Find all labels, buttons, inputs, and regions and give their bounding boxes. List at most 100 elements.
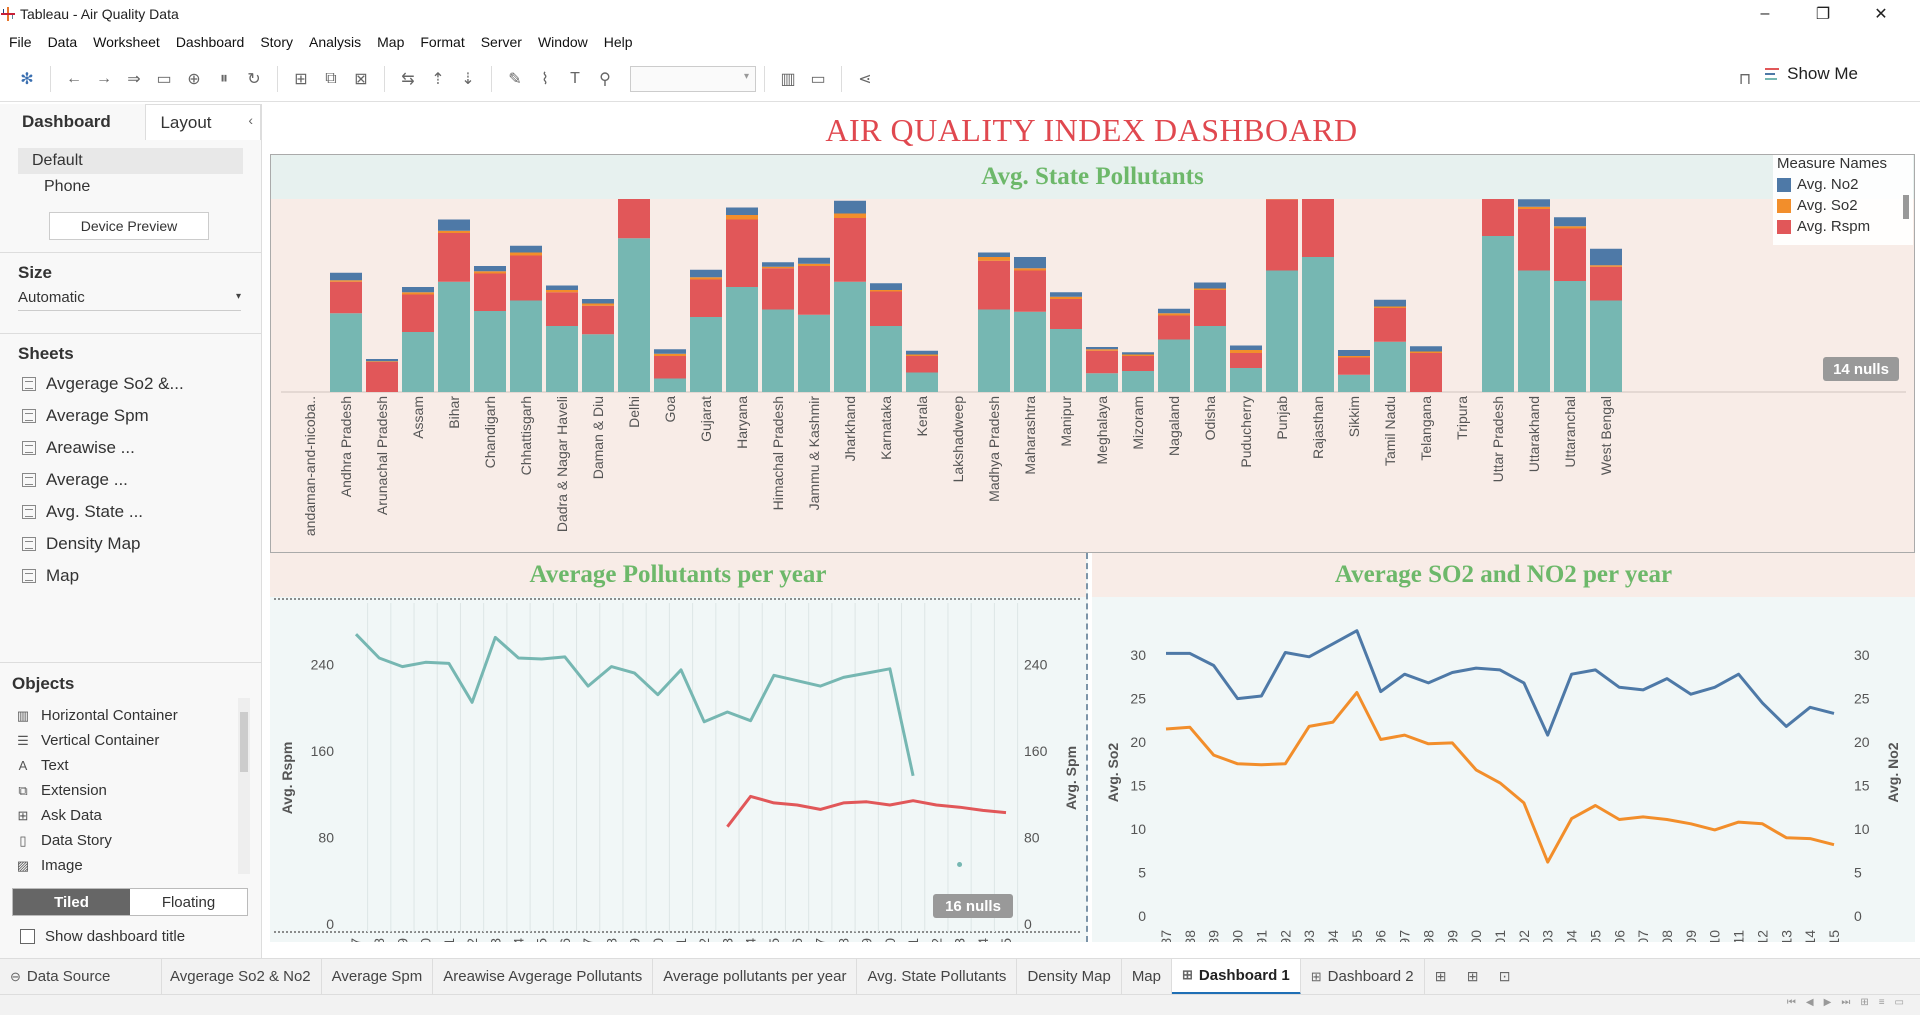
labels-icon[interactable]: T (560, 64, 590, 94)
legend-item-so2[interactable]: Avg. So2 (1773, 195, 1913, 216)
sheet-item[interactable]: Map (0, 560, 261, 592)
grid-view-icon[interactable]: ⊞ (1860, 997, 1868, 1008)
menu-format[interactable]: Format (412, 34, 472, 50)
objects-scrollbar[interactable] (238, 698, 250, 874)
sheet-item[interactable]: Average Spm (0, 400, 261, 432)
series-point (957, 862, 963, 868)
prev-sheet-icon[interactable]: ◀ (1806, 997, 1814, 1008)
sheet-item[interactable]: Avg. State ... (0, 496, 261, 528)
objects-title: Objects (12, 674, 75, 693)
menu-worksheet[interactable]: Worksheet (85, 34, 168, 50)
menu-file[interactable]: File (0, 34, 40, 50)
clear-sheet-icon[interactable]: ⊠ (346, 64, 376, 94)
pin-icon[interactable]: ⚲ (590, 64, 620, 94)
tab-dashboard[interactable]: Dashboard (0, 104, 146, 140)
tab-dashboard-1[interactable]: ⊞ Dashboard 1 (1172, 958, 1301, 995)
swap-icon[interactable]: ⇆ (393, 64, 423, 94)
bar-rspm (1230, 353, 1262, 368)
menu-data[interactable]: Data (40, 34, 86, 50)
legend-item-no2[interactable]: Avg. No2 (1773, 174, 1913, 195)
avg-pollutants-per-year-chart[interactable]: Average Pollutants per year 0 0 80 80 160 160… (270, 553, 1088, 942)
object-text[interactable]: A Text (0, 753, 262, 778)
object-horizontal-container[interactable]: ▥ Horizontal Container (0, 703, 262, 728)
next-sheet-icon[interactable]: ▶ (1824, 997, 1832, 1008)
tab-sheet[interactable]: Areawise Avgerage Pollutants (433, 958, 654, 995)
object-data-story[interactable]: ▯ Data Story (0, 828, 262, 853)
show-title-checkbox[interactable] (20, 929, 35, 944)
new-worksheet-tab-icon[interactable]: ⊞ (1425, 959, 1457, 995)
show-me-button[interactable]: Show Me (1765, 64, 1858, 84)
legend[interactable]: Measure Names Avg. No2 Avg. So2 Avg. Rsp… (1773, 155, 1913, 245)
tiled-button[interactable]: Tiled (13, 889, 130, 915)
menu-server[interactable]: Server (473, 34, 530, 50)
object-image[interactable]: ▨ Image (0, 853, 262, 878)
save-icon[interactable]: ▭ (149, 64, 179, 94)
duplicate-icon[interactable]: ⧉ (316, 64, 346, 94)
tab-sheet[interactable]: Avgerage So2 & No2 (162, 958, 322, 995)
refresh-icon[interactable]: ↻ (239, 64, 269, 94)
tab-sheet[interactable]: Map (1122, 958, 1172, 995)
y-tick-right: 25 (1854, 691, 1870, 707)
device-preview-button[interactable]: Device Preview (49, 212, 209, 240)
menu-window[interactable]: Window (530, 34, 596, 50)
redo-icon[interactable]: → (89, 64, 119, 94)
x-tick-label: 2014 (1802, 930, 1818, 942)
collapse-panel-icon[interactable]: ‹ (248, 112, 253, 128)
device-default[interactable]: Default (18, 148, 243, 174)
object-ask-data[interactable]: ⊞ Ask Data (0, 803, 262, 828)
bar-rspm (1518, 209, 1550, 271)
undo-icon[interactable]: ← (59, 64, 89, 94)
restore-button[interactable]: ❐ (1794, 0, 1852, 28)
floating-button[interactable]: Floating (130, 889, 247, 915)
replay-icon[interactable]: ⇒ (119, 64, 149, 94)
menu-analysis[interactable]: Analysis (301, 34, 369, 50)
presentation-mode-icon[interactable]: ▭ (803, 64, 833, 94)
new-worksheet-icon[interactable]: ⊞ (286, 64, 316, 94)
tab-dashboard-2[interactable]: ⊞ Dashboard 2 (1301, 958, 1425, 995)
sheet-item[interactable]: Density Map (0, 528, 261, 560)
share-icon[interactable]: ⋖ (850, 64, 880, 94)
menu-help[interactable]: Help (596, 34, 641, 50)
category-label: Rajasthan (1310, 396, 1326, 459)
legend-scrollbar[interactable] (1903, 195, 1909, 219)
menu-story[interactable]: Story (252, 34, 301, 50)
fit-select[interactable] (630, 65, 756, 92)
film-view-icon[interactable]: ▭ (1895, 997, 1904, 1008)
show-dashboard-title[interactable]: Show dashboard title (20, 928, 185, 945)
avg-so2-no2-per-year-chart[interactable]: Average SO2 and NO2 per year 0 0 5 5 10 10 15 1… (1092, 553, 1915, 942)
avg-state-pollutants-chart[interactable]: Avg. State Pollutants andaman-and-nicoba… (270, 154, 1915, 553)
menu-dashboard[interactable]: Dashboard (168, 34, 253, 50)
close-button[interactable]: ✕ (1852, 0, 1910, 28)
sort-ascending-icon[interactable]: ⇡ (423, 64, 453, 94)
tab-sheet[interactable]: Average Spm (322, 958, 434, 995)
pause-updates-icon[interactable]: ⏸ (209, 64, 239, 94)
group-icon[interactable]: ⌇ (530, 64, 560, 94)
menu-map[interactable]: Map (369, 34, 412, 50)
list-view-icon[interactable]: ≡ (1879, 997, 1885, 1008)
sheet-item[interactable]: Average ... (0, 464, 261, 496)
last-sheet-icon[interactable]: ⏭ (1841, 997, 1850, 1008)
tab-layout[interactable]: Layout (145, 104, 261, 140)
tab-sheet[interactable]: Avg. State Pollutants (857, 958, 1018, 995)
legend-item-rspm[interactable]: Avg. Rspm (1773, 216, 1913, 237)
tab-sheet[interactable]: Average pollutants per year (653, 958, 858, 995)
device-phone[interactable]: Phone (18, 174, 243, 200)
new-story-tab-icon[interactable]: ⊡ (1489, 959, 1521, 995)
highlight-icon[interactable]: ✎ (500, 64, 530, 94)
new-dashboard-tab-icon[interactable]: ⊞ (1457, 959, 1489, 995)
format-painter-icon[interactable]: ⊓ (1730, 64, 1760, 94)
first-sheet-icon[interactable]: ⏮ (1787, 997, 1796, 1008)
show-cards-icon[interactable]: ▥ (773, 64, 803, 94)
object-vertical-container[interactable]: ☰ Vertical Container (0, 728, 262, 753)
sheet-item[interactable]: Areawise ... (0, 432, 261, 464)
sort-descending-icon[interactable]: ⇣ (453, 64, 483, 94)
tableau-home-icon[interactable]: ✻ (12, 64, 42, 94)
sheet-item[interactable]: Avgerage So2 &... (0, 368, 261, 400)
size-select[interactable]: Automatic (18, 289, 241, 311)
tab-data-source[interactable]: ⊖ Data Source (0, 958, 162, 995)
minimize-button[interactable]: – (1736, 0, 1794, 28)
tab-sheet[interactable]: Density Map (1017, 958, 1122, 995)
new-data-source-icon[interactable]: ⊕ (179, 64, 209, 94)
object-extension[interactable]: ⧉ Extension (0, 778, 262, 803)
y-tick-left: 0 (326, 916, 334, 932)
